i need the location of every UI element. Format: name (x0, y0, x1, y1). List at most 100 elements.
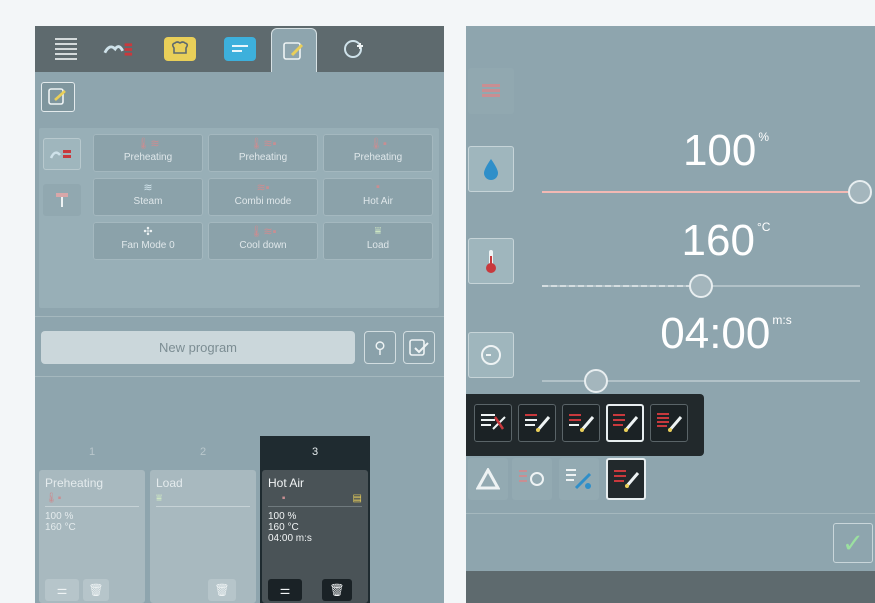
step-tile-label: Fan Mode 0 (121, 240, 175, 251)
fan-speed-option-5[interactable] (650, 404, 688, 442)
program-name-placeholder: New program (158, 340, 238, 355)
sliders-icon: ⚌ (56, 583, 68, 597)
step-tile-preheating-combi[interactable]: 🌡≋▪ Preheating (208, 134, 318, 172)
temperature-button[interactable] (468, 238, 514, 284)
menu-icon (55, 48, 77, 50)
category-steam-heat[interactable] (43, 138, 81, 170)
tab-program-list[interactable] (217, 32, 263, 66)
load-icon: ⩸ (374, 225, 382, 237)
step-card-temperature: 160 °C (268, 522, 299, 533)
settings-button[interactable]: ⚌ (45, 579, 79, 601)
tab-cooking-categories[interactable] (95, 32, 141, 66)
attach-button[interactable]: ⚲ (364, 331, 396, 364)
fan-mode-icon (519, 470, 544, 486)
time-slider-handle[interactable] (584, 369, 608, 393)
thermometer-steam-icon: 🌡≋ (136, 138, 160, 150)
fan-icon: ✣ (143, 226, 153, 238)
delete-button[interactable]: 🗑 (322, 579, 352, 601)
humidity-button[interactable] (468, 146, 514, 192)
step-tile-label: Load (366, 240, 390, 251)
step-tile-cool-down[interactable]: 🌡≋▪ Cool down (208, 222, 318, 260)
timer-button[interactable] (468, 332, 514, 378)
step-card-humidity: 100 % (268, 511, 297, 522)
timer-icon (481, 345, 501, 365)
step-card-preheating[interactable]: Preheating 🌡▪ 100 % 160 °C ⚌ 🗑 (39, 470, 145, 603)
step-card-title: Preheating (45, 476, 104, 490)
temperature-slider-fill (542, 285, 701, 287)
fan-speed-option-4[interactable] (606, 404, 644, 442)
step-card-title: Hot Air (268, 476, 305, 490)
step-tile-load[interactable]: ⩸ Load (323, 222, 433, 260)
step-card-title: Load (156, 476, 183, 490)
edit-mode-button[interactable] (41, 82, 75, 112)
step-tile-label: Cool down (239, 240, 287, 251)
thermometer-icon (486, 250, 496, 273)
step-tile-fan-mode[interactable]: ✣ Fan Mode 0 (93, 222, 203, 260)
fan-speed-4-icon (614, 470, 640, 488)
hot-air-mode-button[interactable] (468, 68, 514, 114)
program-name-input[interactable]: New program (41, 331, 355, 364)
tab-edit-program[interactable] (271, 28, 317, 72)
divider (35, 316, 444, 317)
step-tile-label: Preheating (238, 152, 288, 163)
fan-speed-5-icon (657, 413, 683, 432)
temperature-unit: °C (756, 220, 771, 234)
program-editor-panel: 🌡≋ Preheating 🌡≋▪ Preheating 🌡▪ Preheati… (35, 26, 444, 603)
step-tile-preheating-steam[interactable]: 🌡≋ Preheating (93, 134, 203, 172)
temperature-slider-handle[interactable] (689, 274, 713, 298)
trash-icon: 🗑 (214, 583, 230, 597)
top-tab-bar (35, 26, 444, 72)
tab-chef[interactable] (157, 32, 203, 66)
humidification-button[interactable] (559, 458, 599, 500)
tab-add-cycle[interactable] (331, 32, 377, 66)
step-card-temperature: 160 °C (45, 522, 76, 533)
fan-speed-option-1[interactable] (474, 404, 512, 442)
cooking-categories-icon (102, 37, 134, 61)
load-icon: ⩸ (156, 493, 250, 507)
humidification-icon (566, 469, 592, 490)
humidity-slider[interactable] (542, 180, 872, 204)
humidity-unit: % (758, 130, 770, 144)
step-tile-label: Preheating (353, 152, 403, 163)
step-tile-label: Hot Air (362, 196, 393, 207)
fan-speed-option-2[interactable] (518, 404, 556, 442)
temperature-slider[interactable] (542, 274, 860, 298)
step-tile-preheating-hotair[interactable]: 🌡▪ Preheating (323, 134, 433, 172)
fan-mode-button[interactable] (512, 458, 552, 500)
delta-t-button[interactable] (468, 458, 508, 500)
thermometer-hotair-icon: 🌡▪ (45, 493, 139, 507)
step-number: 2 (199, 446, 207, 458)
humidity-slider-handle[interactable] (848, 180, 872, 204)
fan-speed-icon: ▤ (352, 493, 362, 504)
step-card-load[interactable]: Load ⩸ 🗑 (150, 470, 256, 603)
step-card-hot-air[interactable]: Hot Air ▪ ▤ 100 % 160 °C 04:00 m:s ⚌ 🗑 (262, 470, 368, 603)
tool-category-icon (56, 193, 68, 207)
delete-button[interactable]: 🗑 (83, 579, 109, 601)
fan-speed-option-3[interactable] (562, 404, 600, 442)
time-number: 04:00 (660, 309, 771, 358)
hot-air-icon (482, 84, 500, 97)
step-tile-combi-mode[interactable]: ≋▪ Combi mode (208, 178, 318, 216)
delete-button[interactable]: 🗑 (208, 579, 236, 601)
settings-button[interactable]: ⚌ (268, 579, 302, 601)
step-settings-panel: 100% 160 °C 04:00 m:s ✓ (466, 26, 875, 603)
time-slider[interactable] (542, 369, 860, 393)
edit-program-icon (278, 39, 310, 63)
step-number: 1 (88, 446, 96, 458)
confirm-button[interactable]: ✓ (833, 523, 873, 563)
time-value: 04:00 m:s (616, 309, 836, 359)
add-cycle-icon (338, 37, 370, 61)
fan-speed-popup (466, 394, 704, 456)
checkmark-icon: ✓ (842, 527, 864, 558)
tab-menu[interactable] (43, 32, 89, 66)
fan-speed-2-icon (525, 414, 551, 432)
fan-speed-4-icon (613, 414, 639, 432)
step-tile-steam[interactable]: ≋ Steam (93, 178, 203, 216)
step-number: 3 (311, 446, 319, 458)
step-tile-hot-air[interactable]: ▪ Hot Air (323, 178, 433, 216)
temperature-value: 160 °C (616, 216, 836, 266)
delta-icon (476, 468, 500, 490)
fan-speed-button[interactable] (606, 458, 646, 500)
save-program-button[interactable] (403, 331, 435, 364)
category-tools[interactable] (43, 184, 81, 216)
